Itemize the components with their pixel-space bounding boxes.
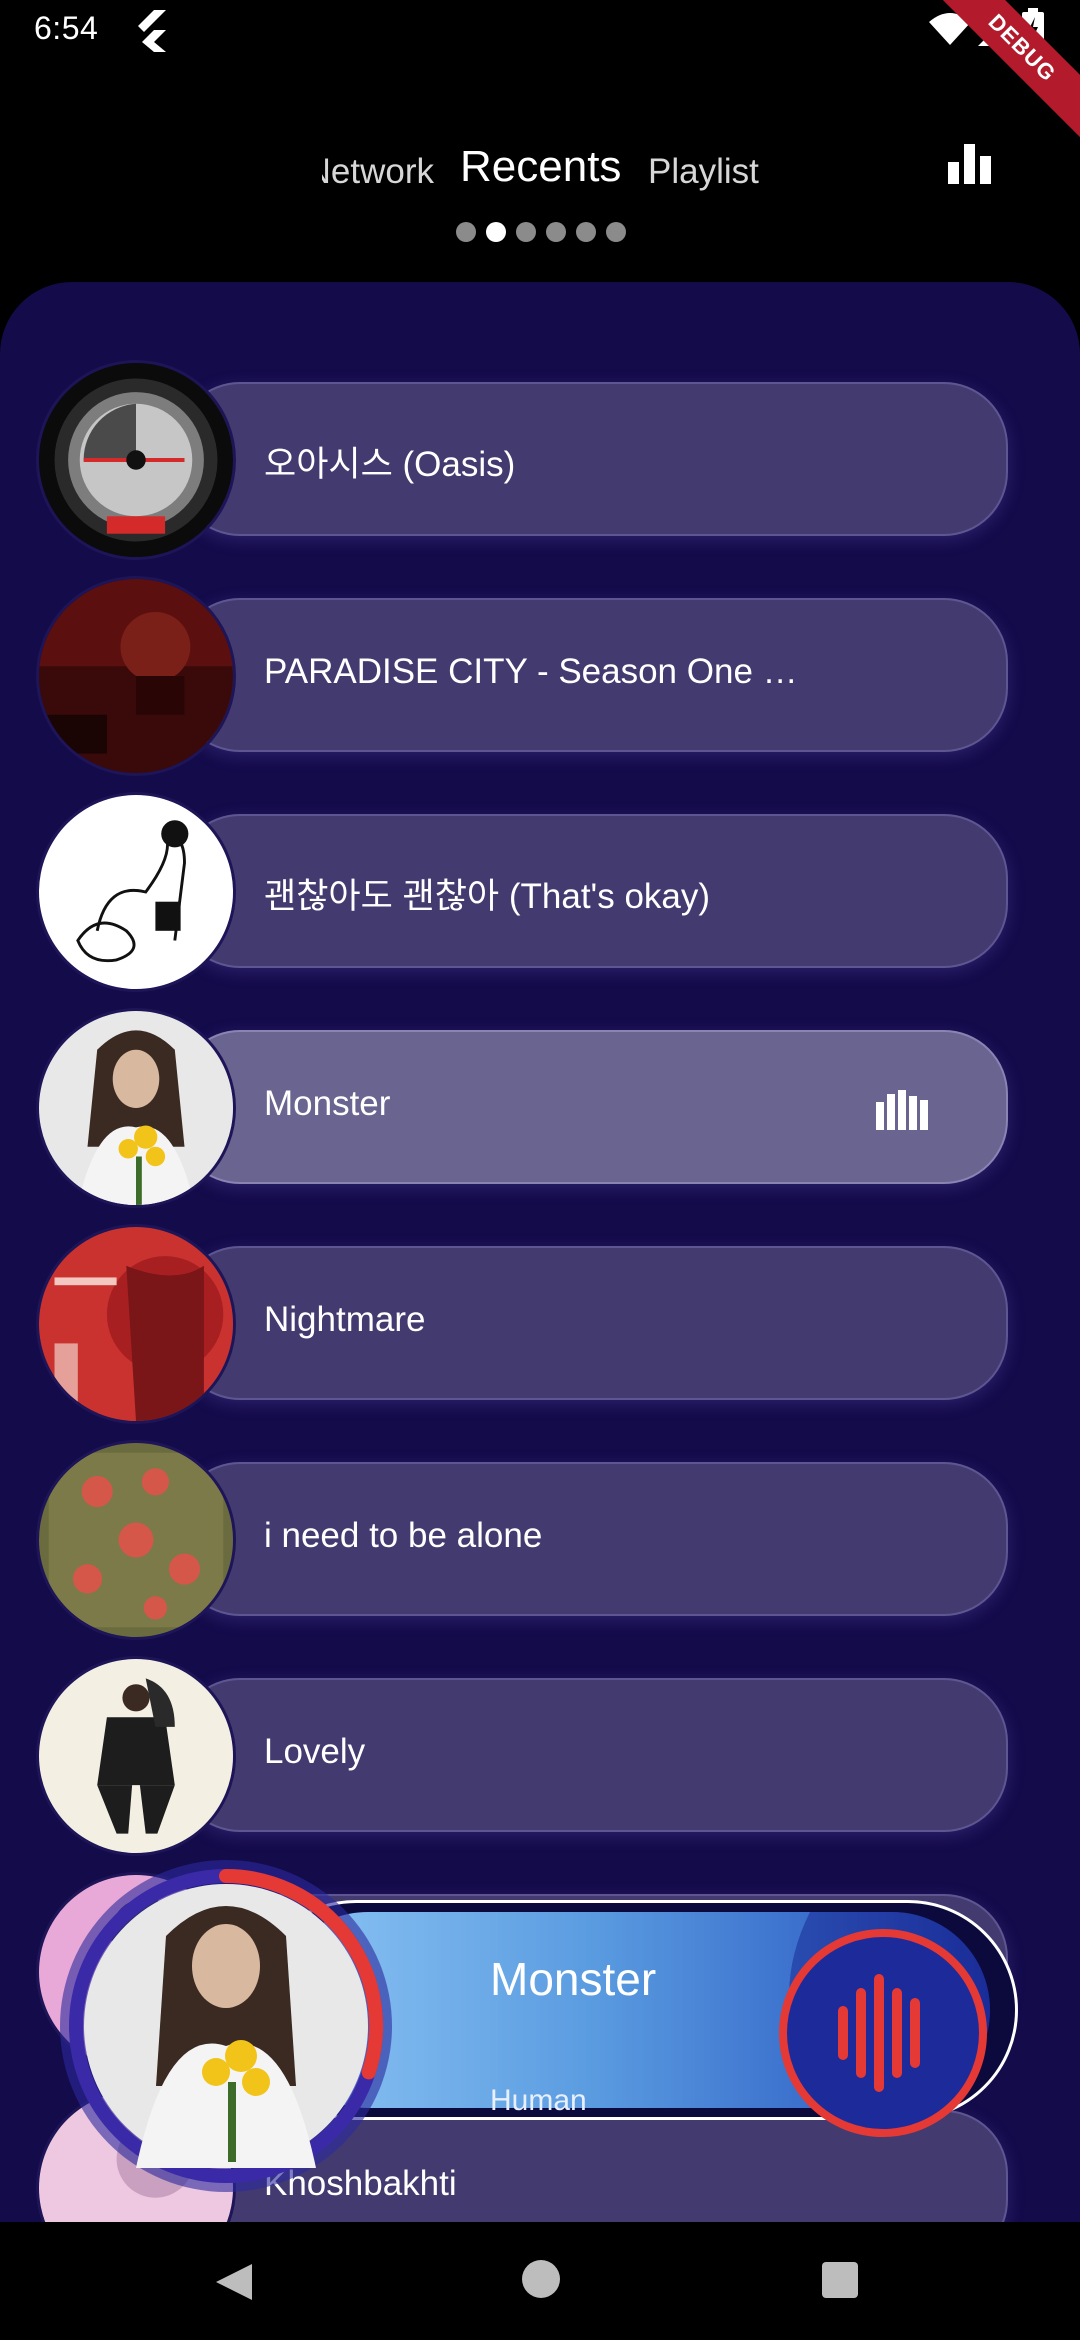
- page-dot: [546, 222, 566, 242]
- track-title: Monster: [264, 1084, 391, 1123]
- now-playing-title: Monster: [490, 1953, 657, 2005]
- album-cover: [36, 1224, 236, 1424]
- now-playing-cover[interactable]: [56, 1856, 396, 2196]
- track-row[interactable]: i need to be alone: [36, 1428, 1008, 1640]
- track-title: 괜찮아도 괜찮아 (That's okay): [264, 877, 711, 916]
- home-icon[interactable]: [522, 2260, 560, 2298]
- page-dot-active: [486, 222, 506, 242]
- track-row[interactable]: PARADISE CITY - Season One …: [36, 564, 1008, 776]
- track-row[interactable]: 괜찮아도 괜찮아 (That's okay): [36, 780, 1008, 992]
- system-nav-bar: [0, 2222, 1080, 2340]
- page-dot: [606, 222, 626, 242]
- page-indicator: [456, 222, 626, 242]
- track-title: Lovely: [264, 1732, 366, 1771]
- tab-playlist[interactable]: Playlist: [648, 152, 759, 192]
- track-title: Nightmare: [264, 1300, 426, 1339]
- recents-icon[interactable]: [822, 2262, 858, 2298]
- tab-network[interactable]: Network: [322, 152, 434, 192]
- flutter-icon: [138, 10, 166, 52]
- page-dot: [576, 222, 596, 242]
- back-icon[interactable]: [212, 2260, 256, 2304]
- status-time: 6:54: [34, 10, 99, 46]
- album-cover: [36, 792, 236, 992]
- album-cover: [36, 360, 236, 560]
- now-playing-artist: Human: [490, 2084, 587, 2117]
- waveform-icon[interactable]: [776, 1926, 990, 2140]
- album-cover: [36, 576, 236, 776]
- album-cover: [36, 1008, 236, 1208]
- album-cover: [36, 1656, 236, 1856]
- stats-icon[interactable]: [948, 144, 992, 184]
- track-row[interactable]: Nightmare: [36, 1212, 1008, 1424]
- album-cover: [36, 1440, 236, 1640]
- track-row[interactable]: 오아시스 (Oasis): [36, 348, 1008, 560]
- tab-bar: Network Recents Playlist: [0, 140, 1080, 200]
- track-title: PARADISE CITY - Season One …: [264, 652, 798, 691]
- status-bar: 6:54 DEBUG: [0, 0, 1080, 149]
- equalizer-icon: [876, 1090, 928, 1130]
- tab-recents[interactable]: Recents: [460, 142, 621, 192]
- track-row[interactable]: Lovely: [36, 1644, 1008, 1856]
- mini-player[interactable]: Monster Human: [56, 1856, 1018, 2192]
- track-row-playing[interactable]: Monster: [36, 996, 1008, 1208]
- track-title: 오아시스 (Oasis): [264, 445, 516, 484]
- page-dot: [516, 222, 536, 242]
- page-dot: [456, 222, 476, 242]
- track-title: i need to be alone: [264, 1516, 543, 1555]
